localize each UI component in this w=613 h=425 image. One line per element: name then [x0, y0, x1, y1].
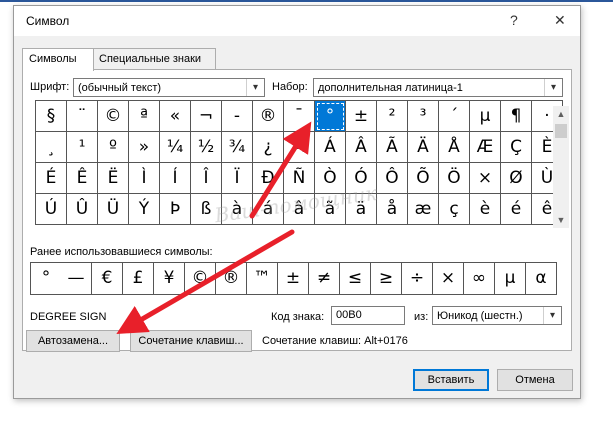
arrow-to-autocorrect-button	[116, 229, 295, 335]
tab-symbols[interactable]: Символы	[22, 48, 94, 71]
arrow-to-degree-symbol	[249, 121, 312, 219]
